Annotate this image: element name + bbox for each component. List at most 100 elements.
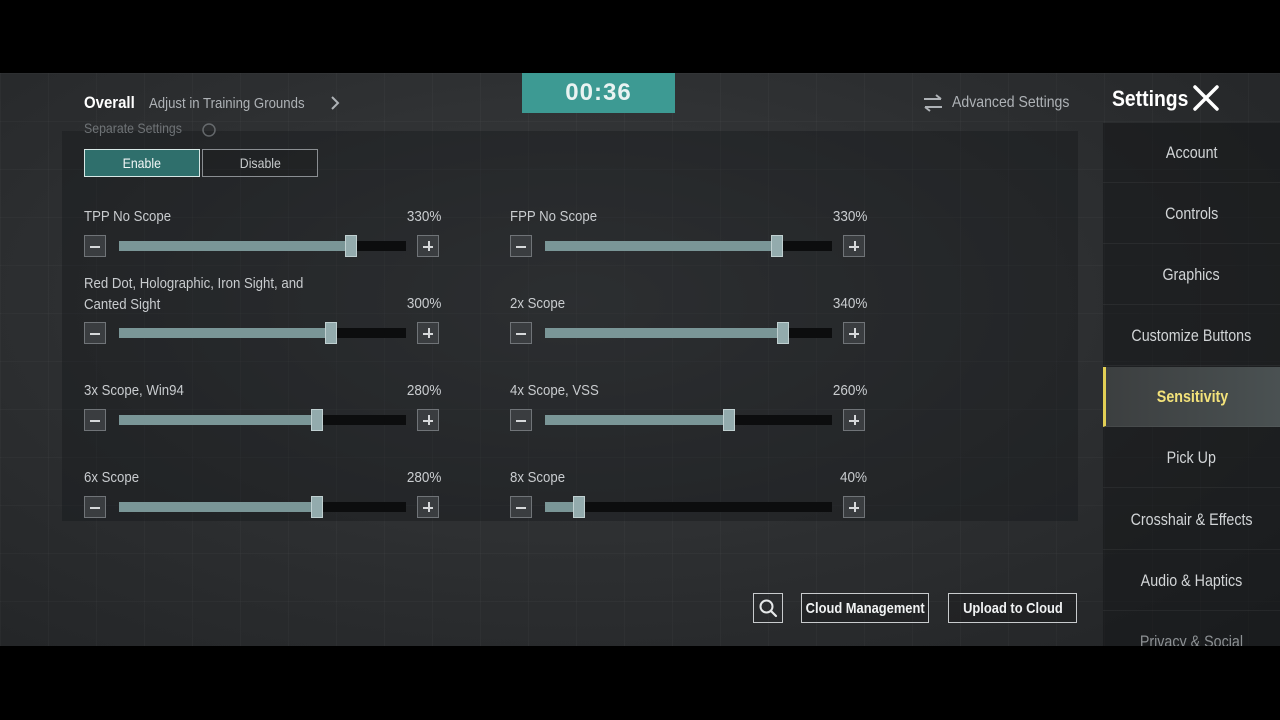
sidebar-item-account[interactable]: Account <box>1103 123 1280 183</box>
countdown-timer: 00:36 <box>522 73 675 113</box>
decrease-button[interactable] <box>84 409 106 431</box>
sidebar-item-label: Sensitivity <box>1157 386 1229 406</box>
upload-to-cloud-button[interactable]: Upload to Cloud <box>948 593 1077 623</box>
slider-value: 260% <box>832 382 867 399</box>
slider-handle[interactable] <box>722 409 735 431</box>
tab-overall[interactable]: Overall <box>84 93 135 113</box>
slider-label: 2x Scope <box>510 295 566 312</box>
slider-value: 280% <box>406 469 441 486</box>
slider-red-dot: Red Dot, Holographic, Iron Sight, and Ca… <box>84 273 441 353</box>
decrease-button[interactable] <box>84 322 106 344</box>
disable-label: Disable <box>239 155 281 171</box>
chevron-right-icon[interactable] <box>326 94 344 112</box>
decrease-button[interactable] <box>84 235 106 257</box>
search-button[interactable] <box>753 593 783 623</box>
slider-fill <box>545 328 784 338</box>
sidebar-item-privacy-social[interactable]: Privacy & Social <box>1103 612 1280 647</box>
slider-label: Red Dot, Holographic, Iron Sight, and Ca… <box>84 275 304 313</box>
decrease-button[interactable] <box>510 322 532 344</box>
slider-handle[interactable] <box>311 496 324 518</box>
search-icon <box>759 599 778 618</box>
slider-handle[interactable] <box>777 322 790 344</box>
slider-label: TPP No Scope <box>84 208 172 225</box>
cloud-management-button[interactable]: Cloud Management <box>801 593 929 623</box>
slider-value: 330% <box>832 208 867 225</box>
sidebar-item-audio-haptics[interactable]: Audio & Haptics <box>1103 551 1280 611</box>
tab-training-grounds[interactable]: Adjust in Training Grounds <box>149 95 305 112</box>
increase-button[interactable] <box>843 496 865 518</box>
sidebar-item-label: Pick Up <box>1166 447 1217 467</box>
close-icon[interactable] <box>1192 84 1220 112</box>
slider-track[interactable] <box>545 322 832 344</box>
slider-track[interactable] <box>119 409 406 431</box>
increase-button[interactable] <box>417 496 439 518</box>
slider-2x-scope: 2x Scope 340% <box>510 293 867 363</box>
slider-value: 300% <box>406 295 441 312</box>
sidebar-item-crosshair-effects[interactable]: Crosshair & Effects <box>1103 490 1280 550</box>
slider-8x-scope: 8x Scope 40% <box>510 467 867 537</box>
slider-fill <box>119 415 318 425</box>
slider-label: 4x Scope, VSS <box>510 382 599 399</box>
slider-6x-scope: 6x Scope 280% <box>84 467 441 537</box>
slider-fpp-no-scope: FPP No Scope 330% <box>510 206 867 276</box>
increase-button[interactable] <box>417 235 439 257</box>
slider-label: FPP No Scope <box>510 208 598 225</box>
sidebar-item-graphics[interactable]: Graphics <box>1103 245 1280 305</box>
slider-track[interactable] <box>545 235 832 257</box>
sidebar-item-label: Customize Buttons <box>1131 325 1252 345</box>
enable-button[interactable]: Enable <box>84 149 200 177</box>
slider-handle[interactable] <box>345 235 358 257</box>
upload-to-cloud-label: Upload to Cloud <box>962 599 1063 617</box>
slider-fill <box>119 328 332 338</box>
separate-settings-label: Separate Settings <box>84 120 182 136</box>
info-icon[interactable] <box>202 123 216 137</box>
increase-button[interactable] <box>843 235 865 257</box>
slider-track[interactable] <box>119 496 406 518</box>
slider-label: 3x Scope, Win94 <box>84 382 184 399</box>
slider-3x-scope: 3x Scope, Win94 280% <box>84 380 441 450</box>
increase-button[interactable] <box>843 409 865 431</box>
sidebar-item-sensitivity[interactable]: Sensitivity <box>1103 367 1280 427</box>
slider-track[interactable] <box>119 235 406 257</box>
enable-label: Enable <box>122 155 162 171</box>
decrease-button[interactable] <box>84 496 106 518</box>
increase-button[interactable] <box>843 322 865 344</box>
settings-screen: Overall Adjust in Training Grounds 00:36… <box>0 73 1280 646</box>
sidebar-item-label: Crosshair & Effects <box>1130 509 1253 529</box>
slider-fill <box>545 241 778 251</box>
slider-label: 8x Scope <box>510 469 566 486</box>
slider-handle[interactable] <box>573 496 586 518</box>
page-title: Settings <box>1112 86 1189 111</box>
increase-button[interactable] <box>417 322 439 344</box>
advanced-settings-button[interactable]: Advanced Settings <box>922 93 1085 113</box>
slider-handle[interactable] <box>325 322 338 344</box>
slider-4x-scope: 4x Scope, VSS 260% <box>510 380 867 450</box>
disable-button[interactable]: Disable <box>202 149 318 177</box>
sidebar-item-label: Audio & Haptics <box>1140 570 1243 590</box>
decrease-button[interactable] <box>510 496 532 518</box>
decrease-button[interactable] <box>510 235 532 257</box>
slider-handle[interactable] <box>311 409 324 431</box>
slider-track[interactable] <box>545 409 832 431</box>
slider-value: 40% <box>839 469 867 486</box>
sidebar-item-controls[interactable]: Controls <box>1103 184 1280 244</box>
slider-fill <box>119 502 318 512</box>
sidebar-item-label: Account <box>1165 142 1218 162</box>
sidebar-item-label: Privacy & Social <box>1139 631 1244 647</box>
slider-value: 330% <box>406 208 441 225</box>
advanced-settings-label: Advanced Settings <box>952 94 1070 111</box>
slider-handle[interactable] <box>771 235 784 257</box>
slider-track[interactable] <box>545 496 832 518</box>
slider-value: 340% <box>832 295 867 312</box>
slider-tpp-no-scope: TPP No Scope 330% <box>84 206 441 276</box>
sidebar-item-pick-up[interactable]: Pick Up <box>1103 428 1280 488</box>
settings-sidebar: Account Controls Graphics Customize Butt… <box>1103 123 1280 646</box>
slider-label: 6x Scope <box>84 469 140 486</box>
sidebar-item-customize-buttons[interactable]: Customize Buttons <box>1103 306 1280 366</box>
sidebar-item-label: Graphics <box>1162 264 1221 284</box>
increase-button[interactable] <box>417 409 439 431</box>
slider-track[interactable] <box>119 322 406 344</box>
decrease-button[interactable] <box>510 409 532 431</box>
slider-fill <box>545 415 729 425</box>
sidebar-item-label: Controls <box>1164 203 1219 223</box>
